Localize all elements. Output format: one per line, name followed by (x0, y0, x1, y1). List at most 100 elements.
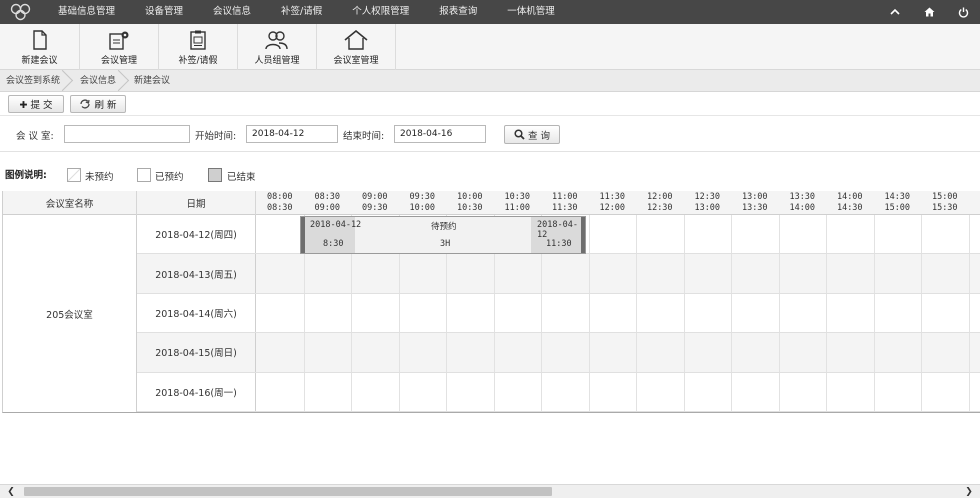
slot-cell-divider[interactable] (446, 333, 447, 372)
slot-cell-divider[interactable] (303, 333, 305, 372)
scrollbar-thumb[interactable] (24, 487, 552, 496)
slot-cell-divider[interactable] (921, 254, 922, 293)
home-icon[interactable] (912, 0, 946, 24)
submit-button[interactable]: ✚ 提 交 (8, 94, 64, 113)
slot-cell-divider[interactable] (731, 333, 732, 372)
slot-cell-divider[interactable] (873, 372, 875, 411)
logo-icon (0, 0, 42, 24)
slot-end: 08:30 (266, 203, 293, 213)
slot-cell-divider[interactable] (921, 372, 922, 411)
start-time-input[interactable]: 2018-04-12 (246, 125, 338, 143)
slot-cell-divider[interactable] (588, 254, 590, 293)
nav-reports[interactable]: 报表查询 (439, 0, 477, 24)
slot-cell-divider[interactable] (968, 293, 970, 333)
slot-cell-divider[interactable] (873, 215, 875, 254)
slot-cell-divider[interactable] (683, 215, 685, 254)
slot-cell-divider[interactable] (968, 215, 970, 254)
breadcrumb-system[interactable]: 会议签到系统 (0, 70, 72, 92)
booking-bar[interactable]: 2018-04-12 8:30 待预约 3H 2018-04-12 11:30 (300, 216, 586, 254)
new-meeting-button[interactable]: 新建会议 (0, 24, 80, 70)
slot-cell-divider[interactable] (446, 293, 447, 333)
scroll-right-icon[interactable]: ❯ (962, 485, 976, 498)
power-icon[interactable] (946, 0, 980, 24)
slot-cell-divider[interactable] (778, 333, 780, 372)
slot-cell-divider[interactable] (636, 333, 637, 372)
slot-cell-divider[interactable] (303, 372, 305, 411)
meeting-manage-button[interactable]: 会议管理 (80, 24, 159, 70)
nav-permissions[interactable]: 个人权限管理 (352, 0, 409, 24)
nav-device[interactable]: 设备管理 (145, 0, 183, 24)
refresh-button[interactable]: 刷 新 (70, 94, 126, 113)
nav-sign-leave[interactable]: 补签/请假 (281, 0, 322, 24)
slot-cell-divider[interactable] (873, 293, 875, 333)
slot-cell-divider[interactable] (588, 293, 590, 333)
slot-cell-divider[interactable] (303, 254, 305, 293)
slot-cell-divider[interactable] (731, 372, 732, 411)
slot-cell-divider[interactable] (968, 254, 970, 293)
slot-cell-divider[interactable] (351, 254, 352, 293)
slot-cell-divider[interactable] (351, 372, 352, 411)
chevron-up-icon[interactable] (878, 0, 912, 24)
slot-cell-divider[interactable] (921, 333, 922, 372)
slot-cell-divider[interactable] (683, 372, 685, 411)
slot-cell-divider[interactable] (588, 215, 590, 254)
slot-cell-divider[interactable] (588, 372, 590, 411)
nav-meeting-info[interactable]: 会议信息 (213, 0, 251, 24)
slot-cell-divider[interactable] (398, 333, 400, 372)
slot-cell-divider[interactable] (493, 372, 495, 411)
slot-cell-divider[interactable] (778, 254, 780, 293)
slot-cell-divider[interactable] (541, 333, 542, 372)
room-manage-button[interactable]: 会议室管理 (317, 24, 396, 70)
slot-cell-divider[interactable] (636, 215, 637, 254)
slot-cell-divider[interactable] (826, 254, 827, 293)
nav-basic-info[interactable]: 基础信息管理 (58, 0, 115, 24)
time-slot-header: 08:30 09:00 (304, 191, 352, 215)
slot-cell-divider[interactable] (398, 254, 400, 293)
slot-cell-divider[interactable] (826, 372, 827, 411)
slot-cell-divider[interactable] (731, 215, 732, 254)
slot-cell-divider[interactable] (303, 293, 305, 333)
slot-cell-divider[interactable] (968, 333, 970, 372)
slot-cell-divider[interactable] (636, 254, 637, 293)
slot-cell-divider[interactable] (398, 293, 400, 333)
slot-cell-divider[interactable] (493, 254, 495, 293)
slot-cell-divider[interactable] (351, 293, 352, 333)
slot-cell-divider[interactable] (826, 215, 827, 254)
slot-cell-divider[interactable] (541, 293, 542, 333)
slot-cell-divider[interactable] (778, 372, 780, 411)
slot-cell-divider[interactable] (446, 254, 447, 293)
slot-cell-divider[interactable] (683, 333, 685, 372)
sign-leave-button[interactable]: 补签/请假 (159, 24, 238, 70)
slot-cell-divider[interactable] (778, 215, 780, 254)
slot-cell-divider[interactable] (493, 293, 495, 333)
slot-cell-divider[interactable] (683, 293, 685, 333)
slot-cell-divider[interactable] (921, 293, 922, 333)
nav-kiosk[interactable]: 一体机管理 (507, 0, 555, 24)
slot-cell-divider[interactable] (398, 372, 400, 411)
slot-cell-divider[interactable] (636, 372, 637, 411)
room-input[interactable] (64, 125, 190, 143)
slot-cell-divider[interactable] (541, 372, 542, 411)
slot-cell-divider[interactable] (921, 215, 922, 254)
end-time-input[interactable]: 2018-04-16 (394, 125, 486, 143)
slot-cell-divider[interactable] (873, 333, 875, 372)
slot-cell-divider[interactable] (446, 372, 447, 411)
slot-cell-divider[interactable] (873, 254, 875, 293)
slot-cell-divider[interactable] (826, 293, 827, 333)
horizontal-scrollbar[interactable]: ❮ ❯ (0, 484, 980, 498)
slot-cell-divider[interactable] (731, 293, 732, 333)
slot-cell-divider[interactable] (588, 333, 590, 372)
breadcrumb-meeting-info[interactable]: 会议信息 (72, 70, 128, 92)
slot-cell-divider[interactable] (683, 254, 685, 293)
slot-cell-divider[interactable] (968, 372, 970, 411)
slot-cell-divider[interactable] (493, 333, 495, 372)
slot-cell-divider[interactable] (826, 333, 827, 372)
slot-cell-divider[interactable] (731, 254, 732, 293)
slot-cell-divider[interactable] (351, 333, 352, 372)
slot-cell-divider[interactable] (778, 293, 780, 333)
scroll-left-icon[interactable]: ❮ (4, 485, 18, 498)
slot-cell-divider[interactable] (541, 254, 542, 293)
slot-cell-divider[interactable] (636, 293, 637, 333)
query-button[interactable]: 查 询 (504, 125, 560, 144)
user-group-button[interactable]: 人员组管理 (238, 24, 317, 70)
